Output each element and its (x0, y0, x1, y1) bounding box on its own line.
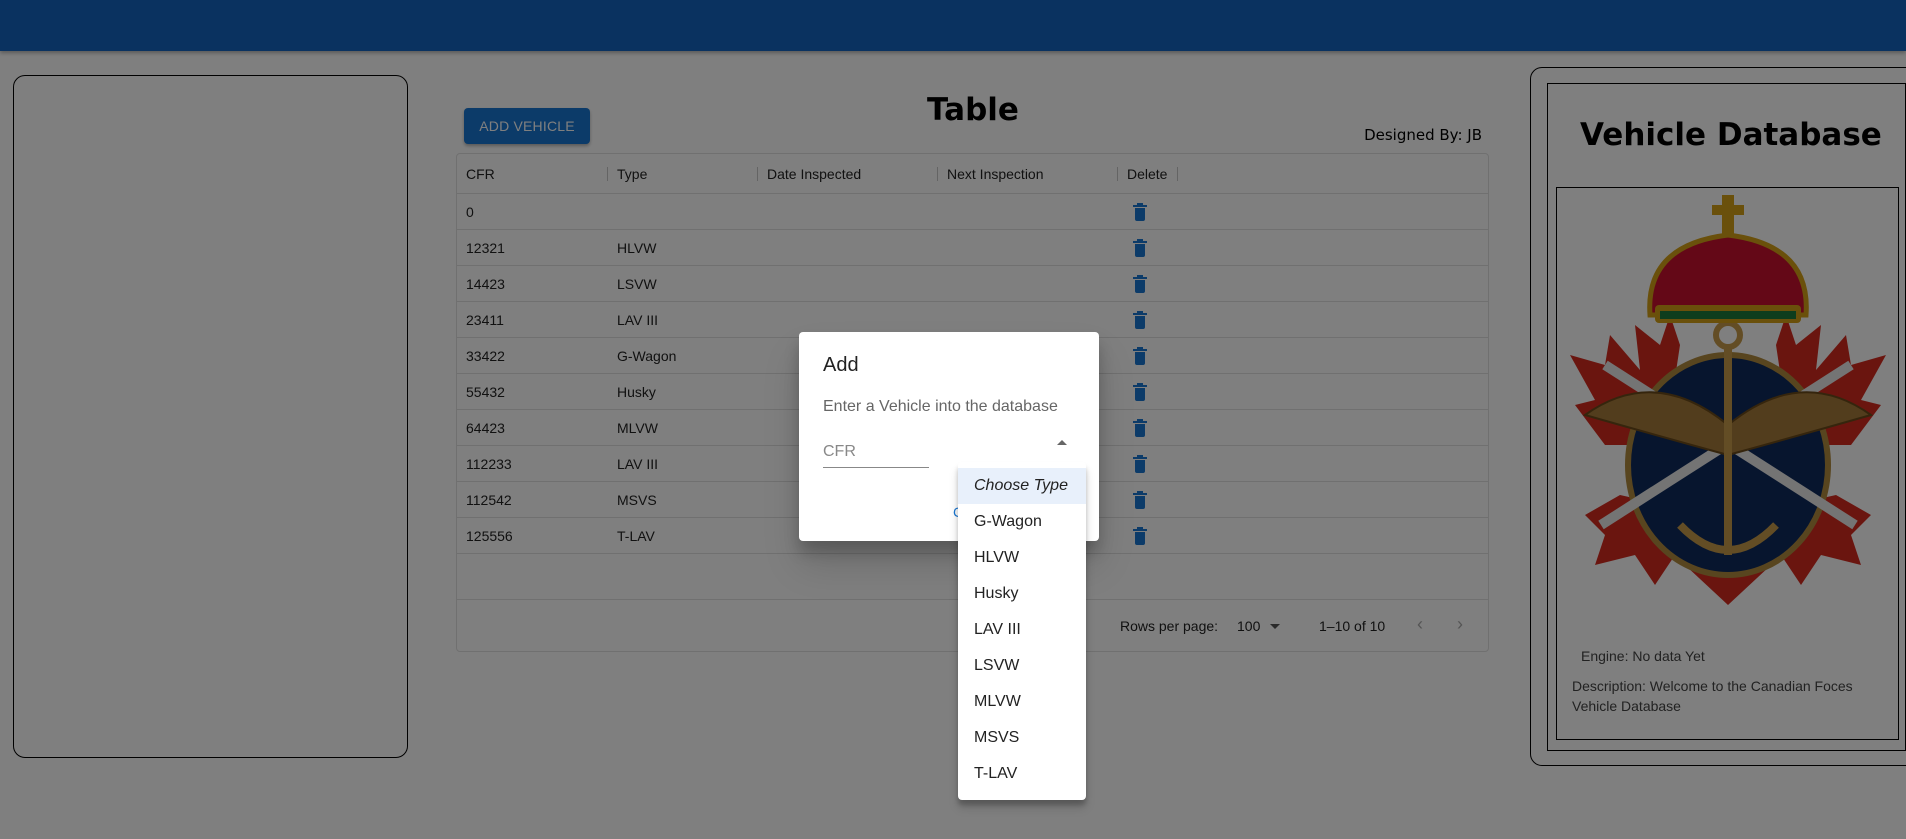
type-option[interactable]: HLVW (958, 540, 1086, 576)
type-select-menu: Choose Type G-Wagon HLVW Husky LAV III LSVW ML… (958, 462, 1086, 800)
type-option[interactable]: T-LAV (958, 756, 1086, 792)
dialog-description: Enter a Vehicle into the database (823, 398, 1058, 415)
type-option[interactable]: MSVS (958, 720, 1086, 756)
cfr-input[interactable] (823, 432, 929, 468)
type-option[interactable]: Choose Type (958, 468, 1086, 504)
type-select-caret-icon[interactable] (1057, 440, 1067, 445)
type-option[interactable]: LSVW (958, 648, 1086, 684)
dialog-title: Add (823, 354, 859, 376)
type-option[interactable]: Husky (958, 576, 1086, 612)
type-option[interactable]: LAV III (958, 612, 1086, 648)
type-option[interactable]: G-Wagon (958, 504, 1086, 540)
type-option[interactable]: MLVW (958, 684, 1086, 720)
